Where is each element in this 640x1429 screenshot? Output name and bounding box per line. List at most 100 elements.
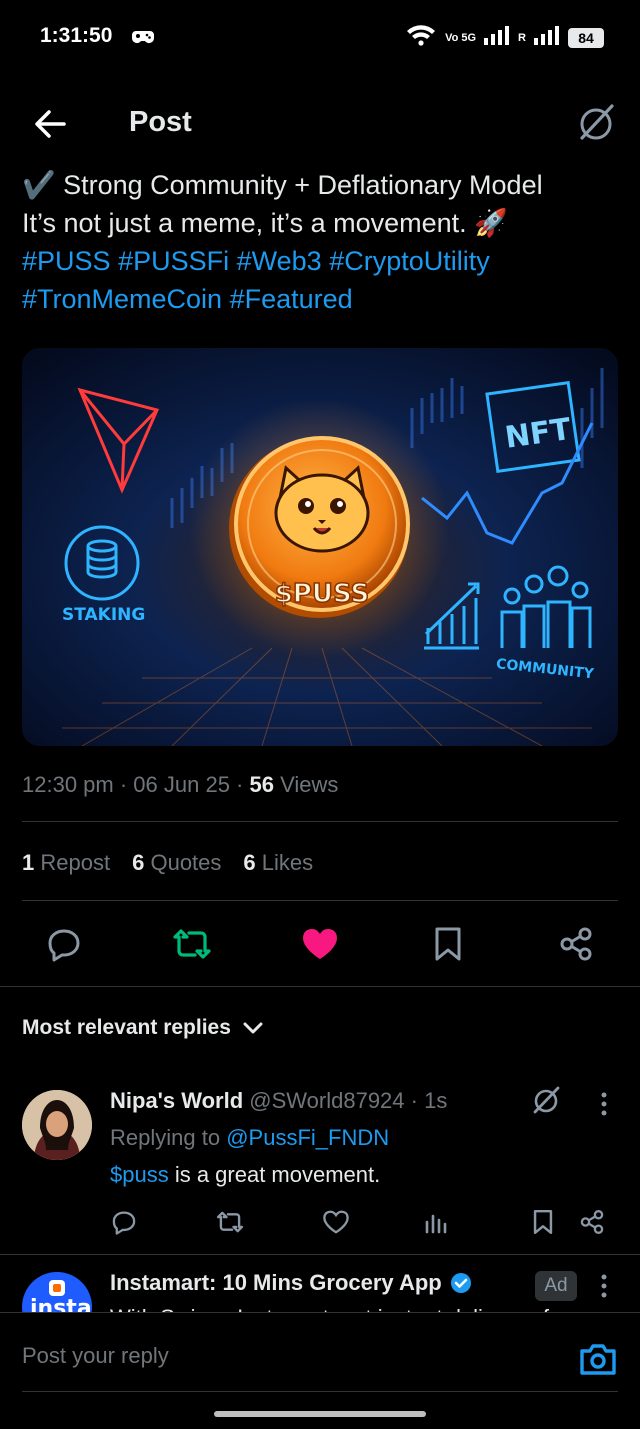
divider <box>22 900 618 901</box>
reply-bookmark-button[interactable] <box>527 1206 559 1238</box>
hashtag-link[interactable]: #PUSSFi <box>118 246 229 276</box>
reply-author-handle[interactable]: @SWorld87924 <box>249 1088 404 1113</box>
post-hashtags-1: #PUSS #PUSSFi #Web3 #CryptoUtility <box>22 242 622 280</box>
arrow-left-icon <box>35 110 66 138</box>
hashtag-link[interactable]: #Featured <box>230 284 353 314</box>
hashtag-link[interactable]: #TronMemeCoin <box>22 284 222 314</box>
staking-label: STAKING <box>62 605 145 625</box>
quotes-count: 6 <box>132 850 145 875</box>
comment-icon <box>48 929 80 962</box>
camera-button[interactable] <box>578 1339 618 1379</box>
coin-label: $PUSS <box>275 579 370 609</box>
replying-to: Replying to @PussFi_FNDN <box>110 1125 389 1151</box>
chevron-down-icon <box>243 1022 263 1034</box>
replies-sort-label: Most relevant replies <box>22 1016 231 1039</box>
repost-icon <box>216 1211 244 1233</box>
ad-more-button[interactable] <box>592 1272 616 1300</box>
reply-input[interactable]: Post your reply <box>22 1343 169 1369</box>
avatar[interactable] <box>22 1090 92 1160</box>
roaming-label: R <box>518 31 526 44</box>
divider <box>22 1391 618 1392</box>
post-line-1: ✔️ Strong Community + Deflationary Model <box>22 170 543 200</box>
reply-share-button[interactable] <box>576 1206 608 1238</box>
cat-face-icon <box>274 465 370 553</box>
reposts-label: Repost <box>40 850 111 875</box>
more-vertical-icon <box>601 1092 607 1116</box>
camera-icon <box>580 1344 616 1375</box>
post-time: 12:30 pm <box>22 772 114 797</box>
reply-body: is a great movement. <box>168 1162 381 1187</box>
analytics-icon <box>425 1214 447 1234</box>
quotes-stat[interactable]: 6 Quotes <box>132 850 221 876</box>
ad-header[interactable]: Instamart: 10 Mins Grocery App <box>110 1270 472 1296</box>
reply-reply-button[interactable] <box>108 1206 140 1238</box>
reply-grok-button[interactable] <box>530 1084 562 1116</box>
reply-header: Nipa's World @SWorld87924 · 1s <box>110 1088 448 1113</box>
reply-author-name[interactable]: Nipa's World <box>110 1088 243 1113</box>
network-label: Vo 5G <box>445 31 477 44</box>
divider <box>0 1254 640 1255</box>
back-button[interactable] <box>28 102 72 146</box>
heart-icon <box>303 929 337 959</box>
reply-views-button[interactable] <box>420 1206 452 1238</box>
repost-button[interactable] <box>170 922 214 966</box>
status-bar: 1:31:50 Vo 5G R 84 <box>0 0 640 72</box>
top-app-bar: Post <box>0 72 640 172</box>
bookmark-icon <box>435 927 461 961</box>
status-indicators: Vo 5G R 84 <box>405 24 604 51</box>
mention-link[interactable]: @PussFi_FNDN <box>226 1125 389 1150</box>
reply-like-button[interactable] <box>320 1206 352 1238</box>
reply-action-bar <box>0 1200 640 1244</box>
share-icon <box>580 1210 604 1234</box>
likes-stat[interactable]: 6 Likes <box>243 850 313 876</box>
reply-time: 1s <box>424 1088 448 1113</box>
bookmark-button[interactable] <box>426 922 470 966</box>
wifi-icon <box>405 24 437 51</box>
reply-repost-button[interactable] <box>214 1206 246 1238</box>
grok-button[interactable] <box>574 100 618 144</box>
post-image[interactable]: STAKING $PUSS NFT COMMUNITY <box>22 348 618 746</box>
post-date: 06 Jun 25 <box>133 772 230 797</box>
likes-count: 6 <box>243 850 256 875</box>
more-vertical-icon <box>601 1274 607 1298</box>
post-action-bar <box>0 916 640 972</box>
share-button[interactable] <box>554 922 598 966</box>
reply-more-button[interactable] <box>592 1090 616 1118</box>
likes-label: Likes <box>261 850 314 875</box>
share-icon <box>560 927 592 961</box>
reply-composer-bar: Post your reply <box>0 1312 640 1429</box>
grok-icon <box>580 104 614 140</box>
post-stats: 1 Repost 6 Quotes 6 Likes <box>22 850 313 876</box>
home-indicator[interactable] <box>214 1411 426 1417</box>
comment-icon <box>112 1211 136 1235</box>
post-meta: 12:30 pm · 06 Jun 25 · 56 Views <box>22 772 339 797</box>
verified-badge-icon <box>450 1273 471 1293</box>
reposts-stat[interactable]: 1 Repost <box>22 850 110 876</box>
grok-icon <box>533 1086 560 1114</box>
like-button[interactable] <box>298 922 342 966</box>
ad-author-name: Instamart: 10 Mins Grocery App <box>110 1270 442 1295</box>
post-body: ✔️ Strong Community + Deflationary Model… <box>22 166 622 318</box>
hashtag-link[interactable]: #CryptoUtility <box>329 246 490 276</box>
gamepad-icon <box>132 28 154 51</box>
hashtag-link[interactable]: #PUSS <box>22 246 111 276</box>
divider <box>0 986 640 987</box>
views-count: 56 <box>249 772 274 797</box>
replying-to-label: Replying to <box>110 1125 221 1150</box>
repost-icon <box>173 929 211 959</box>
cashtag-link[interactable]: $puss <box>110 1162 169 1187</box>
post-hashtags-2: #TronMemeCoin #Featured <box>22 280 622 318</box>
hashtag-link[interactable]: #Web3 <box>237 246 322 276</box>
reply-text: $puss is a great movement. <box>110 1162 380 1188</box>
signal-icon <box>484 25 510 50</box>
reply-button[interactable] <box>42 922 86 966</box>
replies-sort-dropdown[interactable]: Most relevant replies <box>22 1016 263 1040</box>
post-line-2: It’s not just a meme, it’s a movement. 🚀 <box>22 208 508 238</box>
reposts-count: 1 <box>22 850 35 875</box>
page-title: Post <box>129 106 192 138</box>
ad-badge: Ad <box>535 1271 577 1301</box>
battery-indicator: 84 <box>568 27 604 48</box>
status-time: 1:31:50 <box>40 24 113 47</box>
signal-icon-2 <box>534 25 560 50</box>
heart-icon <box>323 1210 349 1234</box>
